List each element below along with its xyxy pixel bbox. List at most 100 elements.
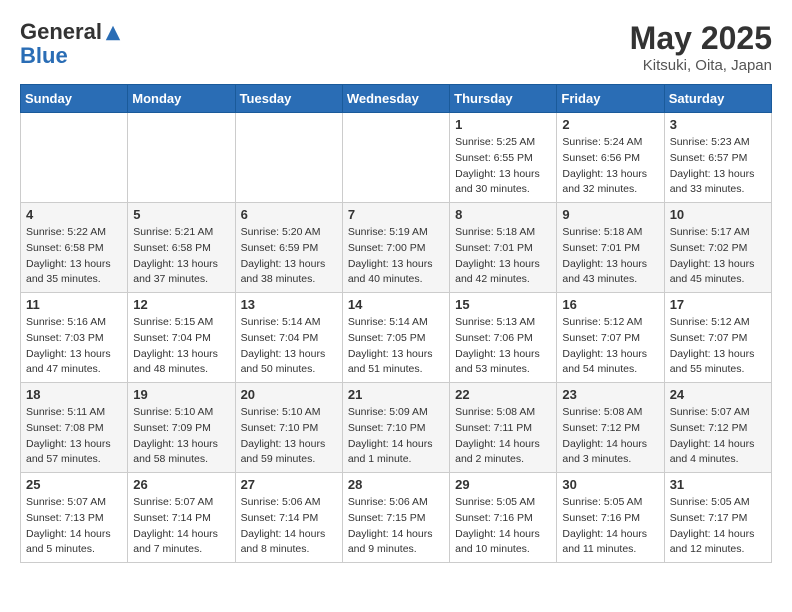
day-info: Sunrise: 5:17 AMSunset: 7:02 PMDaylight:… xyxy=(670,225,766,288)
day-number: 17 xyxy=(670,297,766,312)
calendar-cell: 24Sunrise: 5:07 AMSunset: 7:12 PMDayligh… xyxy=(664,383,771,473)
week-row-2: 4 Sunrise: 5:22 AMSunset: 6:58 PMDaylight… xyxy=(21,203,772,293)
calendar-cell: 3 Sunrise: 5:23 AMSunset: 6:57 PMDaylight… xyxy=(664,113,771,203)
weekday-header-monday: Monday xyxy=(128,85,235,113)
day-info: Sunrise: 5:22 AMSunset: 6:58 PMDaylight:… xyxy=(26,225,122,288)
location: Kitsuki, Oita, Japan xyxy=(630,57,772,74)
calendar-cell: 4 Sunrise: 5:22 AMSunset: 6:58 PMDaylight… xyxy=(21,203,128,293)
calendar-cell xyxy=(235,113,342,203)
day-number: 24 xyxy=(670,387,766,402)
calendar-cell: 8 Sunrise: 5:18 AMSunset: 7:01 PMDaylight… xyxy=(450,203,557,293)
weekday-row: SundayMondayTuesdayWednesdayThursdayFrid… xyxy=(21,85,772,113)
calendar-cell: 6 Sunrise: 5:20 AMSunset: 6:59 PMDaylight… xyxy=(235,203,342,293)
calendar-cell: 9Sunrise: 5:18 AMSunset: 7:01 PMDaylight… xyxy=(557,203,664,293)
weekday-header-thursday: Thursday xyxy=(450,85,557,113)
weekday-header-saturday: Saturday xyxy=(664,85,771,113)
day-info: Sunrise: 5:21 AMSunset: 6:58 PMDaylight:… xyxy=(133,225,229,288)
calendar-cell: 19Sunrise: 5:10 AMSunset: 7:09 PMDayligh… xyxy=(128,383,235,473)
day-number: 18 xyxy=(26,387,122,402)
calendar-cell: 31Sunrise: 5:05 AMSunset: 7:17 PMDayligh… xyxy=(664,473,771,563)
calendar-cell xyxy=(21,113,128,203)
day-number: 15 xyxy=(455,297,551,312)
day-number: 6 xyxy=(241,207,337,222)
day-info: Sunrise: 5:15 AMSunset: 7:04 PMDaylight:… xyxy=(133,315,229,378)
day-info: Sunrise: 5:18 AMSunset: 7:01 PMDaylight:… xyxy=(455,225,551,288)
day-number: 12 xyxy=(133,297,229,312)
day-number: 7 xyxy=(348,207,444,222)
day-info: Sunrise: 5:07 AMSunset: 7:14 PMDaylight:… xyxy=(133,495,229,558)
month-title: May 2025 xyxy=(630,20,772,57)
calendar-cell xyxy=(342,113,449,203)
day-info: Sunrise: 5:05 AMSunset: 7:16 PMDaylight:… xyxy=(562,495,658,558)
calendar-cell: 17Sunrise: 5:12 AMSunset: 7:07 PMDayligh… xyxy=(664,293,771,383)
day-number: 8 xyxy=(455,207,551,222)
day-number: 28 xyxy=(348,477,444,492)
calendar-header: SundayMondayTuesdayWednesdayThursdayFrid… xyxy=(21,85,772,113)
day-number: 14 xyxy=(348,297,444,312)
day-info: Sunrise: 5:19 AMSunset: 7:00 PMDaylight:… xyxy=(348,225,444,288)
day-number: 20 xyxy=(241,387,337,402)
day-info: Sunrise: 5:08 AMSunset: 7:12 PMDaylight:… xyxy=(562,405,658,468)
day-info: Sunrise: 5:09 AMSunset: 7:10 PMDaylight:… xyxy=(348,405,444,468)
day-info: Sunrise: 5:10 AMSunset: 7:10 PMDaylight:… xyxy=(241,405,337,468)
day-number: 26 xyxy=(133,477,229,492)
day-number: 11 xyxy=(26,297,122,312)
day-info: Sunrise: 5:06 AMSunset: 7:15 PMDaylight:… xyxy=(348,495,444,558)
day-info: Sunrise: 5:24 AMSunset: 6:56 PMDaylight:… xyxy=(562,135,658,198)
day-number: 1 xyxy=(455,117,551,132)
calendar-cell: 20 Sunrise: 5:10 AMSunset: 7:10 PMDayligh… xyxy=(235,383,342,473)
calendar-cell: 29Sunrise: 5:05 AMSunset: 7:16 PMDayligh… xyxy=(450,473,557,563)
week-row-1: 1 Sunrise: 5:25 AMSunset: 6:55 PMDaylight… xyxy=(21,113,772,203)
day-number: 19 xyxy=(133,387,229,402)
day-info: Sunrise: 5:14 AMSunset: 7:05 PMDaylight:… xyxy=(348,315,444,378)
calendar-cell: 15 Sunrise: 5:13 AMSunset: 7:06 PMDayligh… xyxy=(450,293,557,383)
title-block: May 2025 Kitsuki, Oita, Japan xyxy=(630,20,772,74)
day-number: 30 xyxy=(562,477,658,492)
calendar-cell: 21 Sunrise: 5:09 AMSunset: 7:10 PMDayligh… xyxy=(342,383,449,473)
logo-general: General xyxy=(20,20,102,44)
calendar-cell: 26 Sunrise: 5:07 AMSunset: 7:14 PMDayligh… xyxy=(128,473,235,563)
day-info: Sunrise: 5:18 AMSunset: 7:01 PMDaylight:… xyxy=(562,225,658,288)
calendar-cell: 11 Sunrise: 5:16 AMSunset: 7:03 PMDayligh… xyxy=(21,293,128,383)
day-info: Sunrise: 5:07 AMSunset: 7:13 PMDaylight:… xyxy=(26,495,122,558)
logo: General Blue xyxy=(20,20,122,68)
day-info: Sunrise: 5:20 AMSunset: 6:59 PMDaylight:… xyxy=(241,225,337,288)
day-number: 3 xyxy=(670,117,766,132)
calendar-cell: 12 Sunrise: 5:15 AMSunset: 7:04 PMDayligh… xyxy=(128,293,235,383)
weekday-header-sunday: Sunday xyxy=(21,85,128,113)
day-number: 31 xyxy=(670,477,766,492)
weekday-header-wednesday: Wednesday xyxy=(342,85,449,113)
calendar-cell: 30 Sunrise: 5:05 AMSunset: 7:16 PMDayligh… xyxy=(557,473,664,563)
day-info: Sunrise: 5:06 AMSunset: 7:14 PMDaylight:… xyxy=(241,495,337,558)
logo-icon xyxy=(104,24,122,42)
calendar-cell: 10 Sunrise: 5:17 AMSunset: 7:02 PMDayligh… xyxy=(664,203,771,293)
day-info: Sunrise: 5:14 AMSunset: 7:04 PMDaylight:… xyxy=(241,315,337,378)
day-number: 29 xyxy=(455,477,551,492)
calendar-cell: 22 Sunrise: 5:08 AMSunset: 7:11 PMDayligh… xyxy=(450,383,557,473)
day-info: Sunrise: 5:25 AMSunset: 6:55 PMDaylight:… xyxy=(455,135,551,198)
day-number: 2 xyxy=(562,117,658,132)
day-info: Sunrise: 5:16 AMSunset: 7:03 PMDaylight:… xyxy=(26,315,122,378)
calendar-table: SundayMondayTuesdayWednesdayThursdayFrid… xyxy=(20,84,772,563)
weekday-header-friday: Friday xyxy=(557,85,664,113)
day-number: 22 xyxy=(455,387,551,402)
day-number: 25 xyxy=(26,477,122,492)
day-number: 16 xyxy=(562,297,658,312)
weekday-header-tuesday: Tuesday xyxy=(235,85,342,113)
calendar-cell: 2 Sunrise: 5:24 AMSunset: 6:56 PMDaylight… xyxy=(557,113,664,203)
day-info: Sunrise: 5:13 AMSunset: 7:06 PMDaylight:… xyxy=(455,315,551,378)
logo-blue: Blue xyxy=(20,44,122,68)
day-number: 10 xyxy=(670,207,766,222)
day-number: 4 xyxy=(26,207,122,222)
week-row-5: 25 Sunrise: 5:07 AMSunset: 7:13 PMDayligh… xyxy=(21,473,772,563)
week-row-3: 11 Sunrise: 5:16 AMSunset: 7:03 PMDayligh… xyxy=(21,293,772,383)
day-info: Sunrise: 5:08 AMSunset: 7:11 PMDaylight:… xyxy=(455,405,551,468)
day-number: 23 xyxy=(562,387,658,402)
day-number: 5 xyxy=(133,207,229,222)
calendar-cell: 14 Sunrise: 5:14 AMSunset: 7:05 PMDayligh… xyxy=(342,293,449,383)
calendar-cell xyxy=(128,113,235,203)
day-info: Sunrise: 5:23 AMSunset: 6:57 PMDaylight:… xyxy=(670,135,766,198)
calendar-cell: 16Sunrise: 5:12 AMSunset: 7:07 PMDayligh… xyxy=(557,293,664,383)
calendar-cell: 18Sunrise: 5:11 AMSunset: 7:08 PMDayligh… xyxy=(21,383,128,473)
day-number: 21 xyxy=(348,387,444,402)
